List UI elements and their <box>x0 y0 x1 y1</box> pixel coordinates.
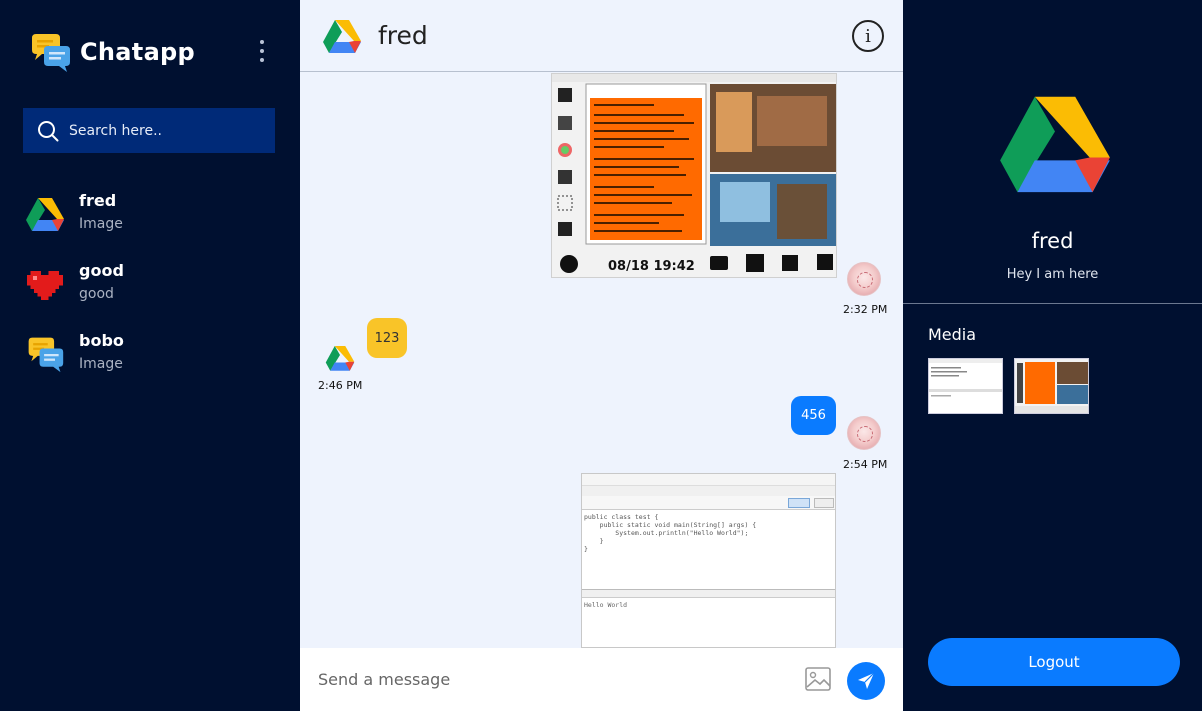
chat-preview: good <box>79 286 114 302</box>
message-list: 08/18 19:42 2:32 PM 123 2:46 PM 456 2:54… <box>300 73 903 648</box>
profile-name: fred <box>1031 229 1074 253</box>
code-line: public class test { <box>584 513 659 521</box>
google-drive-icon <box>997 91 1113 195</box>
profile-panel: fred Hey I am here Media Logout <box>903 0 1202 711</box>
code-line: } <box>584 545 588 553</box>
chat-preview: Image <box>79 216 123 232</box>
chat-name: good <box>79 261 124 280</box>
chat-list-item-fred[interactable]: fred Image <box>25 190 285 260</box>
chat-name: bobo <box>79 331 124 350</box>
avatar <box>847 416 881 450</box>
chat-bubbles-icon <box>28 30 72 74</box>
image-message[interactable]: public class test { public static void m… <box>581 473 836 648</box>
code-line: public static void main(String[] args) { <box>584 521 757 529</box>
conversation-panel: fred i 08/18 19:42 2:32 PM 123 2:46 PM 4… <box>300 0 903 711</box>
avatar <box>847 262 881 296</box>
info-button[interactable]: i <box>852 20 884 52</box>
google-drive-icon <box>322 16 362 56</box>
send-icon <box>858 672 875 689</box>
incoming-message: 123 <box>367 318 407 358</box>
pixel-heart-icon <box>25 264 65 304</box>
image-timestamp: 08/18 19:42 <box>608 259 695 274</box>
chat-list: fred Image good good bobo Image <box>25 190 285 400</box>
chat-preview: Image <box>79 356 123 372</box>
outgoing-message: 456 <box>791 396 836 435</box>
chat-name: fred <box>79 191 117 210</box>
message-time: 2:32 PM <box>843 303 888 316</box>
search-icon <box>38 120 59 141</box>
app-root: Chatapp Search here.. fred Image good go… <box>0 0 1202 711</box>
send-button[interactable] <box>847 662 885 700</box>
image-message[interactable]: 08/18 19:42 <box>551 73 837 278</box>
media-title: Media <box>928 325 977 344</box>
media-thumbnail[interactable] <box>1014 358 1089 414</box>
message-input[interactable] <box>318 670 788 689</box>
google-drive-icon <box>325 343 355 373</box>
code-output: Hello World <box>584 601 628 609</box>
info-icon: i <box>865 25 871 47</box>
brand: Chatapp <box>28 30 195 74</box>
chat-list-item-good[interactable]: good good <box>25 260 285 330</box>
search-input[interactable] <box>69 122 259 139</box>
code-line: System.out.println("Hello World"); <box>584 529 749 537</box>
logout-button[interactable]: Logout <box>928 638 1180 686</box>
conversation-header: fred i <box>300 0 903 72</box>
chat-bubbles-icon <box>25 334 65 374</box>
profile-status: Hey I am here <box>1006 267 1099 282</box>
media-thumbnail[interactable] <box>928 358 1003 414</box>
message-composer <box>300 648 903 711</box>
sidebar: Chatapp Search here.. fred Image good go… <box>0 0 300 711</box>
conversation-title: fred <box>378 21 428 50</box>
google-drive-icon <box>25 194 65 234</box>
app-title: Chatapp <box>80 38 196 66</box>
divider <box>903 303 1202 304</box>
image-upload-icon[interactable] <box>804 665 832 693</box>
message-time: 2:54 PM <box>843 458 888 471</box>
message-time: 2:46 PM <box>318 379 363 392</box>
code-line: } <box>584 537 604 545</box>
search-box[interactable] <box>23 108 275 153</box>
media-grid <box>928 358 1100 414</box>
more-options-icon[interactable] <box>258 40 266 62</box>
chat-list-item-bobo[interactable]: bobo Image <box>25 330 285 400</box>
